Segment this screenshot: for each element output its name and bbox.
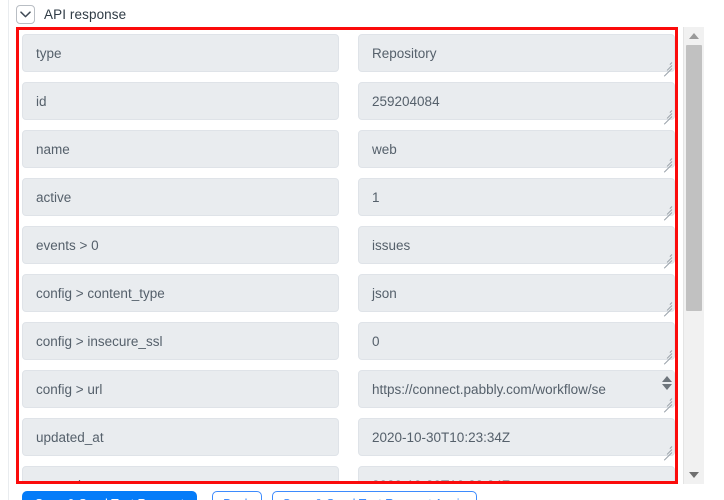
field-value-wrapper: 2020-10-30T10:23:34Z — [358, 466, 675, 481]
api-response-panel: API response type Repository id 259204084 na… — [0, 0, 724, 500]
field-value-textarea[interactable]: 2020-10-30T10:23:34Z — [358, 418, 675, 456]
field-key-input[interactable]: created_at — [22, 466, 339, 481]
field-key-wrapper: events > 0 — [22, 226, 339, 264]
field-key-wrapper: updated_at — [22, 418, 339, 456]
value-inner-scrollbar[interactable] — [659, 371, 674, 395]
response-field-row: config > content_type json — [19, 270, 675, 318]
triangle-down-icon — [689, 472, 699, 478]
field-value-wrapper: json — [358, 274, 675, 317]
triangle-up-icon[interactable] — [661, 376, 672, 382]
triangle-down-icon[interactable] — [661, 384, 672, 390]
field-key-input[interactable]: active — [22, 178, 339, 216]
scroll-up-button[interactable] — [684, 27, 704, 45]
field-key-wrapper: created_at — [22, 466, 339, 481]
left-rail — [0, 0, 9, 500]
response-field-row: config > insecure_ssl 0 — [19, 318, 675, 366]
field-value-wrapper: 2020-10-30T10:23:34Z — [358, 418, 675, 461]
field-key-input[interactable]: config > url — [22, 370, 339, 408]
field-value-textarea[interactable]: 259204084 — [358, 82, 675, 120]
triangle-up-icon — [689, 33, 699, 39]
back-button[interactable]: Back — [212, 491, 262, 500]
field-key-input[interactable]: config > insecure_ssl — [22, 322, 339, 360]
page-title: API response — [44, 6, 127, 22]
field-value-wrapper: 0 — [358, 322, 675, 365]
field-key-input[interactable]: events > 0 — [22, 226, 339, 264]
response-field-row: config > url https://connect.pabbly.com/w… — [19, 366, 675, 414]
scrollbar-thumb[interactable] — [686, 45, 702, 311]
field-value-wrapper: https://connect.pabbly.com/workflow/se — [358, 370, 675, 413]
field-key-wrapper: type — [22, 34, 339, 72]
field-value-wrapper: issues — [358, 226, 675, 269]
field-value-wrapper: 259204084 — [358, 82, 675, 125]
field-key-input[interactable]: updated_at — [22, 418, 339, 456]
response-field-row: name web — [19, 126, 675, 174]
field-value-textarea[interactable]: https://connect.pabbly.com/workflow/se — [358, 370, 675, 408]
response-field-row: type Repository — [19, 30, 675, 78]
field-value-textarea[interactable]: 2020-10-30T10:23:34Z — [358, 466, 675, 481]
response-fields-list: type Repository id 259204084 name web active 1 e… — [19, 30, 675, 481]
field-value-textarea[interactable]: 1 — [358, 178, 675, 216]
field-value-textarea[interactable]: 0 — [358, 322, 675, 360]
field-key-wrapper: config > content_type — [22, 274, 339, 312]
field-key-input[interactable]: config > content_type — [22, 274, 339, 312]
field-key-input[interactable]: name — [22, 130, 339, 168]
field-key-input[interactable]: type — [22, 34, 339, 72]
field-key-wrapper: active — [22, 178, 339, 216]
save-and-send-test-request-button[interactable]: Save & Send Test Request — [22, 491, 197, 500]
field-value-textarea[interactable]: issues — [358, 226, 675, 264]
chevron-down-icon[interactable] — [16, 4, 35, 24]
field-value-textarea[interactable]: Repository — [358, 34, 675, 72]
vertical-scrollbar[interactable] — [683, 27, 704, 484]
scroll-down-button[interactable] — [684, 466, 704, 484]
response-fields-viewport: type Repository id 259204084 name web active 1 e… — [19, 30, 675, 481]
field-value-wrapper: 1 — [358, 178, 675, 221]
field-key-input[interactable]: id — [22, 82, 339, 120]
response-field-row: created_at 2020-10-30T10:23:34Z — [19, 462, 675, 481]
field-key-wrapper: id — [22, 82, 339, 120]
field-value-textarea[interactable]: json — [358, 274, 675, 312]
response-field-row: active 1 — [19, 174, 675, 222]
field-value-wrapper: Repository — [358, 34, 675, 77]
response-field-row: id 259204084 — [19, 78, 675, 126]
response-field-row: events > 0 issues — [19, 222, 675, 270]
field-value-wrapper: web — [358, 130, 675, 173]
field-value-textarea[interactable]: web — [358, 130, 675, 168]
field-key-wrapper: name — [22, 130, 339, 168]
panel-header: API response — [16, 2, 416, 26]
field-key-wrapper: config > url — [22, 370, 339, 408]
save-and-send-test-request-again-button[interactable]: Save & Send Test Request Again — [272, 491, 477, 500]
field-key-wrapper: config > insecure_ssl — [22, 322, 339, 360]
response-field-row: updated_at 2020-10-30T10:23:34Z — [19, 414, 675, 462]
